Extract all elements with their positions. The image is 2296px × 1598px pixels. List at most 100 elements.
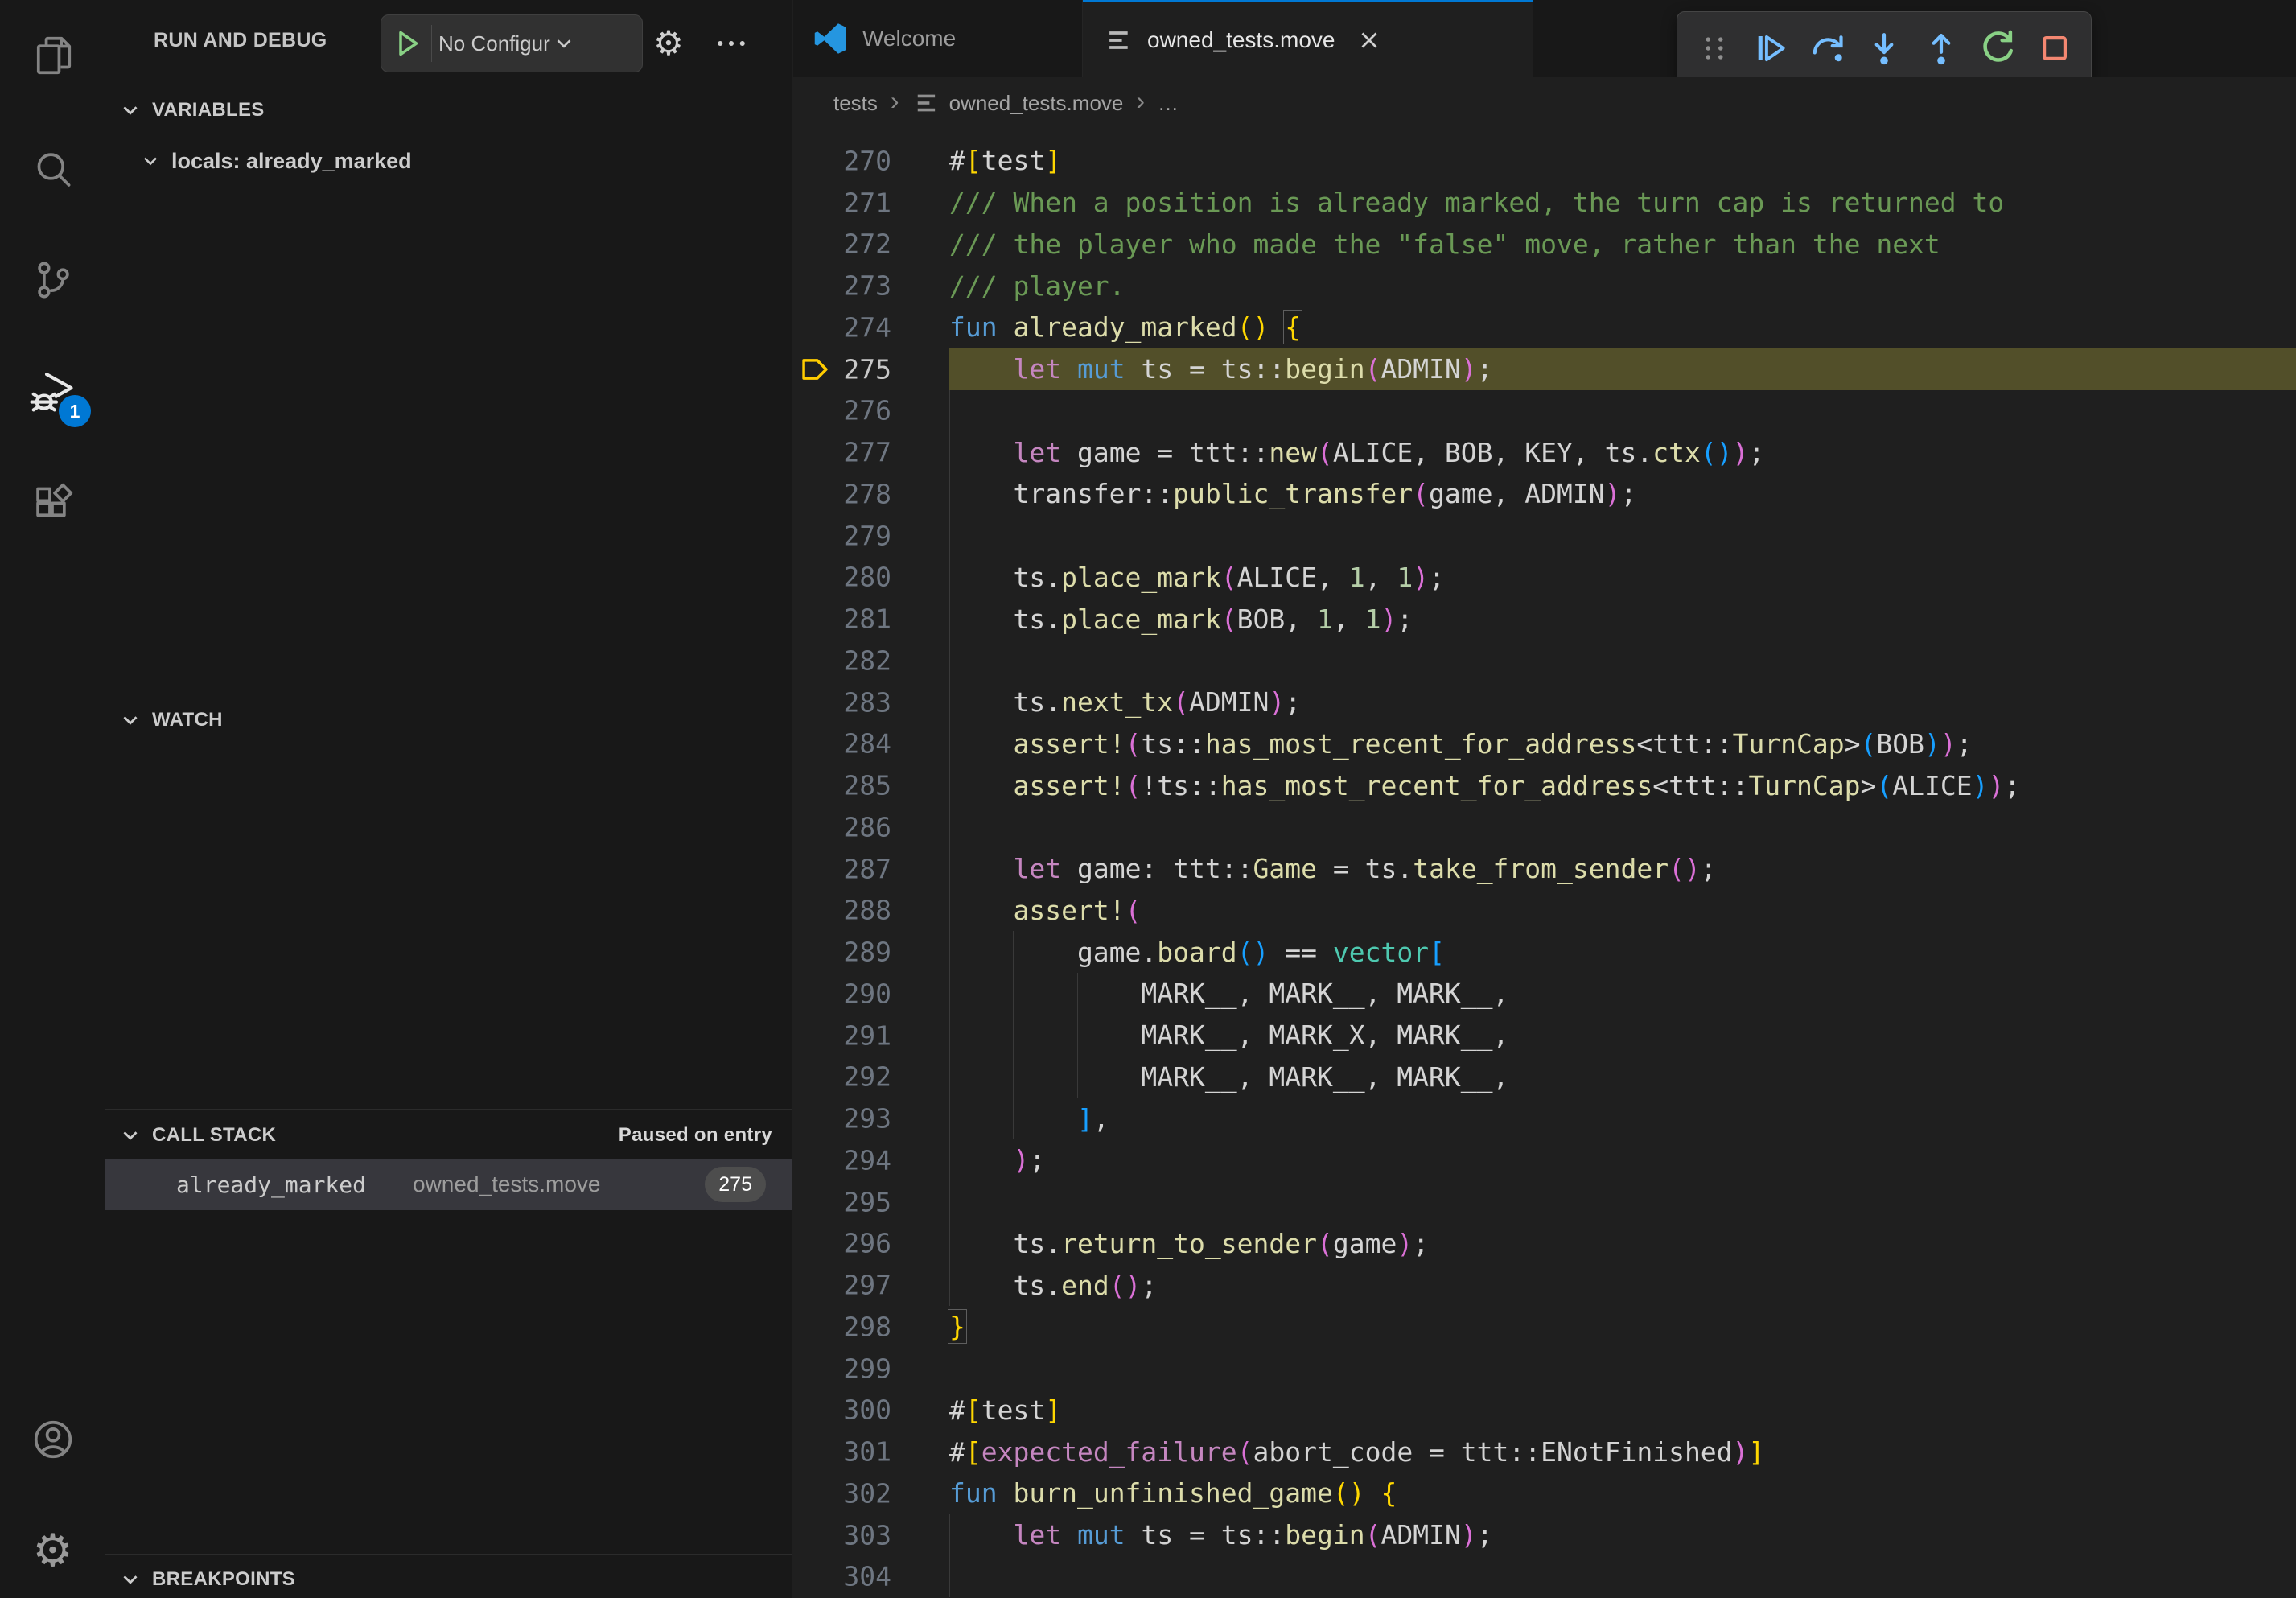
stop-icon[interactable]: [2030, 19, 2080, 77]
gutter[interactable]: 280: [793, 557, 949, 599]
restart-icon[interactable]: [1973, 19, 2022, 77]
breadcrumb-file[interactable]: owned_tests.move: [949, 91, 1124, 116]
code-line[interactable]: 303 let mut ts = ts::begin(ADMIN);: [793, 1514, 2296, 1556]
code-line[interactable]: 273/// player.: [793, 265, 2296, 307]
gutter[interactable]: 303: [793, 1514, 949, 1556]
gutter[interactable]: 278: [793, 473, 949, 515]
step-over-icon[interactable]: [1803, 19, 1853, 77]
gutter[interactable]: 271: [793, 182, 949, 224]
step-out-icon[interactable]: [1916, 19, 1966, 77]
gutter[interactable]: 295: [793, 1181, 949, 1223]
code-line[interactable]: 300#[test]: [793, 1390, 2296, 1431]
gutter[interactable]: 298: [793, 1306, 949, 1348]
gutter[interactable]: 300: [793, 1390, 949, 1431]
tab-welcome[interactable]: Welcome: [793, 0, 1083, 77]
settings-gear-icon[interactable]: ⚙: [0, 1506, 105, 1595]
gutter[interactable]: 286: [793, 806, 949, 848]
code-line[interactable]: 280 ts.place_mark(ALICE, 1, 1);: [793, 557, 2296, 599]
gutter[interactable]: 282: [793, 640, 949, 682]
call-stack-frame-row[interactable]: already_marked owned_tests.move 275: [105, 1159, 792, 1210]
account-icon[interactable]: [0, 1395, 105, 1484]
explorer-icon[interactable]: [0, 11, 105, 100]
gutter[interactable]: 279: [793, 515, 949, 557]
step-into-icon[interactable]: [1859, 19, 1909, 77]
more-actions-icon[interactable]: [709, 21, 754, 66]
code-line[interactable]: 279: [793, 515, 2296, 557]
code-line[interactable]: 285 assert!(!ts::has_most_recent_for_add…: [793, 764, 2296, 806]
gutter[interactable]: 297: [793, 1264, 949, 1306]
code-line[interactable]: 272/// the player who made the "false" m…: [793, 224, 2296, 266]
code-line[interactable]: 294 );: [793, 1139, 2296, 1181]
section-variables[interactable]: VARIABLES: [105, 92, 792, 129]
gutter[interactable]: 287: [793, 848, 949, 890]
gutter[interactable]: 292: [793, 1056, 949, 1098]
source-control-icon[interactable]: [0, 236, 105, 324]
tab-owned-tests[interactable]: owned_tests.move: [1083, 0, 1533, 77]
code-line[interactable]: 284 assert!(ts::has_most_recent_for_addr…: [793, 723, 2296, 765]
breadcrumb-symbol[interactable]: …: [1158, 91, 1179, 116]
gutter[interactable]: 304: [793, 1556, 949, 1598]
code-line[interactable]: 302fun burn_unfinished_game() {: [793, 1472, 2296, 1514]
code-line[interactable]: 283 ts.next_tx(ADMIN);: [793, 682, 2296, 723]
code-line[interactable]: 296 ts.return_to_sender(game);: [793, 1223, 2296, 1265]
section-breakpoints[interactable]: BREAKPOINTS: [105, 1561, 792, 1598]
search-icon[interactable]: [0, 126, 105, 214]
gutter[interactable]: 273: [793, 265, 949, 307]
code-line[interactable]: 275 let mut ts = ts::begin(ADMIN);: [793, 348, 2296, 390]
extensions-icon[interactable]: [0, 459, 105, 547]
gutter[interactable]: 294: [793, 1139, 949, 1181]
code-line[interactable]: 288 assert!(: [793, 890, 2296, 932]
continue-icon[interactable]: [1746, 19, 1796, 77]
code-line[interactable]: 282: [793, 640, 2296, 682]
gutter[interactable]: 299: [793, 1348, 949, 1390]
section-call-stack[interactable]: CALL STACK Paused on entry: [105, 1117, 792, 1154]
code-line[interactable]: 287 let game: ttt::Game = ts.take_from_s…: [793, 848, 2296, 890]
gutter[interactable]: 283: [793, 682, 949, 723]
code-line[interactable]: 274fun already_marked() {: [793, 307, 2296, 348]
code-line[interactable]: 304: [793, 1556, 2296, 1598]
code-line[interactable]: 290 MARK__, MARK__, MARK__,: [793, 973, 2296, 1015]
code-line[interactable]: 270#[test]: [793, 140, 2296, 182]
gutter[interactable]: 275: [793, 348, 949, 390]
code-line[interactable]: 276: [793, 390, 2296, 432]
code-line[interactable]: 286: [793, 806, 2296, 848]
breadcrumb-folder[interactable]: tests: [833, 91, 878, 116]
gutter[interactable]: 285: [793, 764, 949, 806]
code-line[interactable]: 289 game.board() == vector[: [793, 931, 2296, 973]
toolbar-drag-handle[interactable]: [1689, 19, 1739, 77]
gutter[interactable]: 274: [793, 307, 949, 348]
code-line[interactable]: 301#[expected_failure(abort_code = ttt::…: [793, 1431, 2296, 1472]
code-line[interactable]: 292 MARK__, MARK__, MARK__,: [793, 1056, 2296, 1098]
start-debug-icon[interactable]: [391, 27, 423, 60]
code-line[interactable]: 278 transfer::public_transfer(game, ADMI…: [793, 473, 2296, 515]
run-and-debug-icon[interactable]: 1: [0, 348, 105, 437]
code-line[interactable]: 299: [793, 1348, 2296, 1390]
code-line[interactable]: 271/// When a position is already marked…: [793, 182, 2296, 224]
gutter[interactable]: 272: [793, 224, 949, 266]
gutter[interactable]: 284: [793, 723, 949, 765]
code-line[interactable]: 291 MARK__, MARK_X, MARK__,: [793, 1015, 2296, 1056]
gutter[interactable]: 302: [793, 1472, 949, 1514]
gutter[interactable]: 293: [793, 1098, 949, 1139]
gutter[interactable]: 290: [793, 973, 949, 1015]
gutter[interactable]: 277: [793, 431, 949, 473]
code-line[interactable]: 295: [793, 1181, 2296, 1223]
locals-scope-row[interactable]: locals: already_marked: [105, 142, 792, 180]
gutter[interactable]: 281: [793, 598, 949, 640]
debug-config-dropdown[interactable]: No Configur: [381, 14, 643, 72]
gutter[interactable]: 291: [793, 1015, 949, 1056]
debug-settings-gear-icon[interactable]: ⚙: [646, 21, 691, 66]
gutter[interactable]: 288: [793, 890, 949, 932]
code-line[interactable]: 293 ],: [793, 1098, 2296, 1139]
gutter[interactable]: 276: [793, 390, 949, 432]
gutter[interactable]: 301: [793, 1431, 949, 1472]
gutter[interactable]: 296: [793, 1223, 949, 1265]
gutter[interactable]: 289: [793, 931, 949, 973]
code-area[interactable]: 270#[test]271/// When a position is alre…: [793, 129, 2296, 1598]
close-tab-icon[interactable]: [1356, 27, 1383, 54]
code-line[interactable]: 281 ts.place_mark(BOB, 1, 1);: [793, 598, 2296, 640]
code-line[interactable]: 277 let game = ttt::new(ALICE, BOB, KEY,…: [793, 431, 2296, 473]
code-line[interactable]: 297 ts.end();: [793, 1264, 2296, 1306]
code-line[interactable]: 298}: [793, 1306, 2296, 1348]
section-watch[interactable]: WATCH: [105, 702, 792, 739]
